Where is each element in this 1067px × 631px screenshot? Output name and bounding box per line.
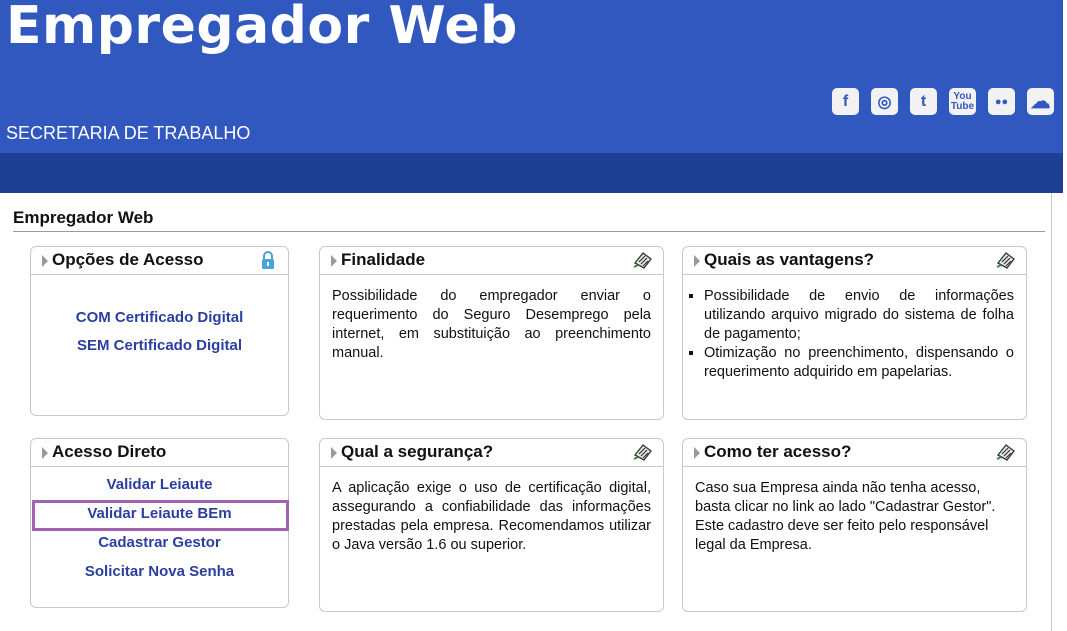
com-certificado-link[interactable]: COM Certificado Digital bbox=[31, 309, 288, 326]
panel-title: Como ter acesso? bbox=[704, 442, 852, 461]
main-content: Empregador Web Opções de Acesso COM Cert… bbox=[1, 193, 1052, 631]
document-icon bbox=[996, 252, 1015, 269]
document-icon bbox=[996, 444, 1015, 461]
panel-seguranca: Qual a segurança? A aplicação exige o us… bbox=[319, 438, 664, 612]
instagram-icon[interactable]: ◎ bbox=[871, 88, 898, 115]
brand-title: Empregador Web bbox=[6, 0, 518, 56]
validar-leiaute-link[interactable]: Validar Leiaute bbox=[31, 476, 288, 493]
triangle-right-icon bbox=[42, 255, 48, 267]
sem-certificado-link[interactable]: SEM Certificado Digital bbox=[31, 337, 288, 354]
panel-title: Qual a segurança? bbox=[341, 442, 494, 461]
document-icon bbox=[633, 444, 652, 461]
flickr-icon[interactable]: ●● bbox=[988, 88, 1015, 115]
panel-header: Como ter acesso? bbox=[683, 439, 1026, 467]
cadastrar-gestor-link[interactable]: Cadastrar Gestor bbox=[31, 534, 288, 551]
access-links: COM Certificado Digital SEM Certificado … bbox=[31, 275, 288, 354]
panel-header: Qual a segurança? bbox=[320, 439, 663, 467]
panel-body: Possibilidade do empregador enviar o req… bbox=[332, 288, 651, 361]
facebook-icon[interactable]: f bbox=[832, 88, 859, 115]
panel-body: A aplicação exige o uso de certificação … bbox=[332, 480, 651, 553]
social-links: f ◎ t You Tube ●● ☁ bbox=[832, 88, 1054, 115]
list-item: Possibilidade de envio de informações ut… bbox=[704, 287, 1014, 344]
triangle-right-icon bbox=[42, 447, 48, 459]
page-title: Empregador Web bbox=[13, 208, 154, 227]
panel-header: Opções de Acesso bbox=[31, 247, 288, 275]
list-item: Otimização no preenchimento, dispensando… bbox=[704, 344, 1014, 382]
panel-como-acesso: Como ter acesso? Caso sua Empresa ainda … bbox=[682, 438, 1027, 612]
panel-opcoes-acesso: Opções de Acesso COM Certificado Digital… bbox=[30, 246, 289, 416]
header-subtitle: SECRETARIA DE TRABALHO bbox=[6, 123, 251, 143]
panel-title: Finalidade bbox=[341, 250, 426, 269]
header-banner: Empregador Web SECRETARIA DE TRABALHO f … bbox=[0, 0, 1063, 153]
triangle-right-icon bbox=[331, 255, 337, 267]
lock-icon bbox=[262, 251, 274, 269]
triangle-right-icon bbox=[331, 447, 337, 459]
panel-header: Quais as vantagens? bbox=[683, 247, 1026, 275]
panel-finalidade: Finalidade Possibilidade do empregador e… bbox=[319, 246, 664, 420]
panel-title: Quais as vantagens? bbox=[704, 250, 875, 269]
panel-title: Opções de Acesso bbox=[52, 250, 204, 269]
twitter-icon[interactable]: t bbox=[910, 88, 937, 115]
vantagens-list: Possibilidade de envio de informações ut… bbox=[683, 275, 1026, 382]
panel-header: Acesso Direto bbox=[31, 439, 288, 467]
panel-title: Acesso Direto bbox=[52, 442, 167, 461]
highlight-box bbox=[32, 500, 289, 531]
soundcloud-icon[interactable]: ☁ bbox=[1027, 88, 1054, 115]
solicitar-nova-senha-link[interactable]: Solicitar Nova Senha bbox=[31, 563, 288, 580]
triangle-right-icon bbox=[694, 255, 700, 267]
triangle-right-icon bbox=[694, 447, 700, 459]
document-icon bbox=[633, 252, 652, 269]
panel-body: Caso sua Empresa ainda não tenha acesso,… bbox=[695, 480, 996, 553]
panel-vantagens: Quais as vantagens? Possibilidade de env… bbox=[682, 246, 1027, 420]
panel-header: Finalidade bbox=[320, 247, 663, 275]
youtube-icon[interactable]: You Tube bbox=[949, 88, 976, 115]
title-divider bbox=[13, 231, 1045, 232]
nav-bar bbox=[0, 153, 1063, 193]
